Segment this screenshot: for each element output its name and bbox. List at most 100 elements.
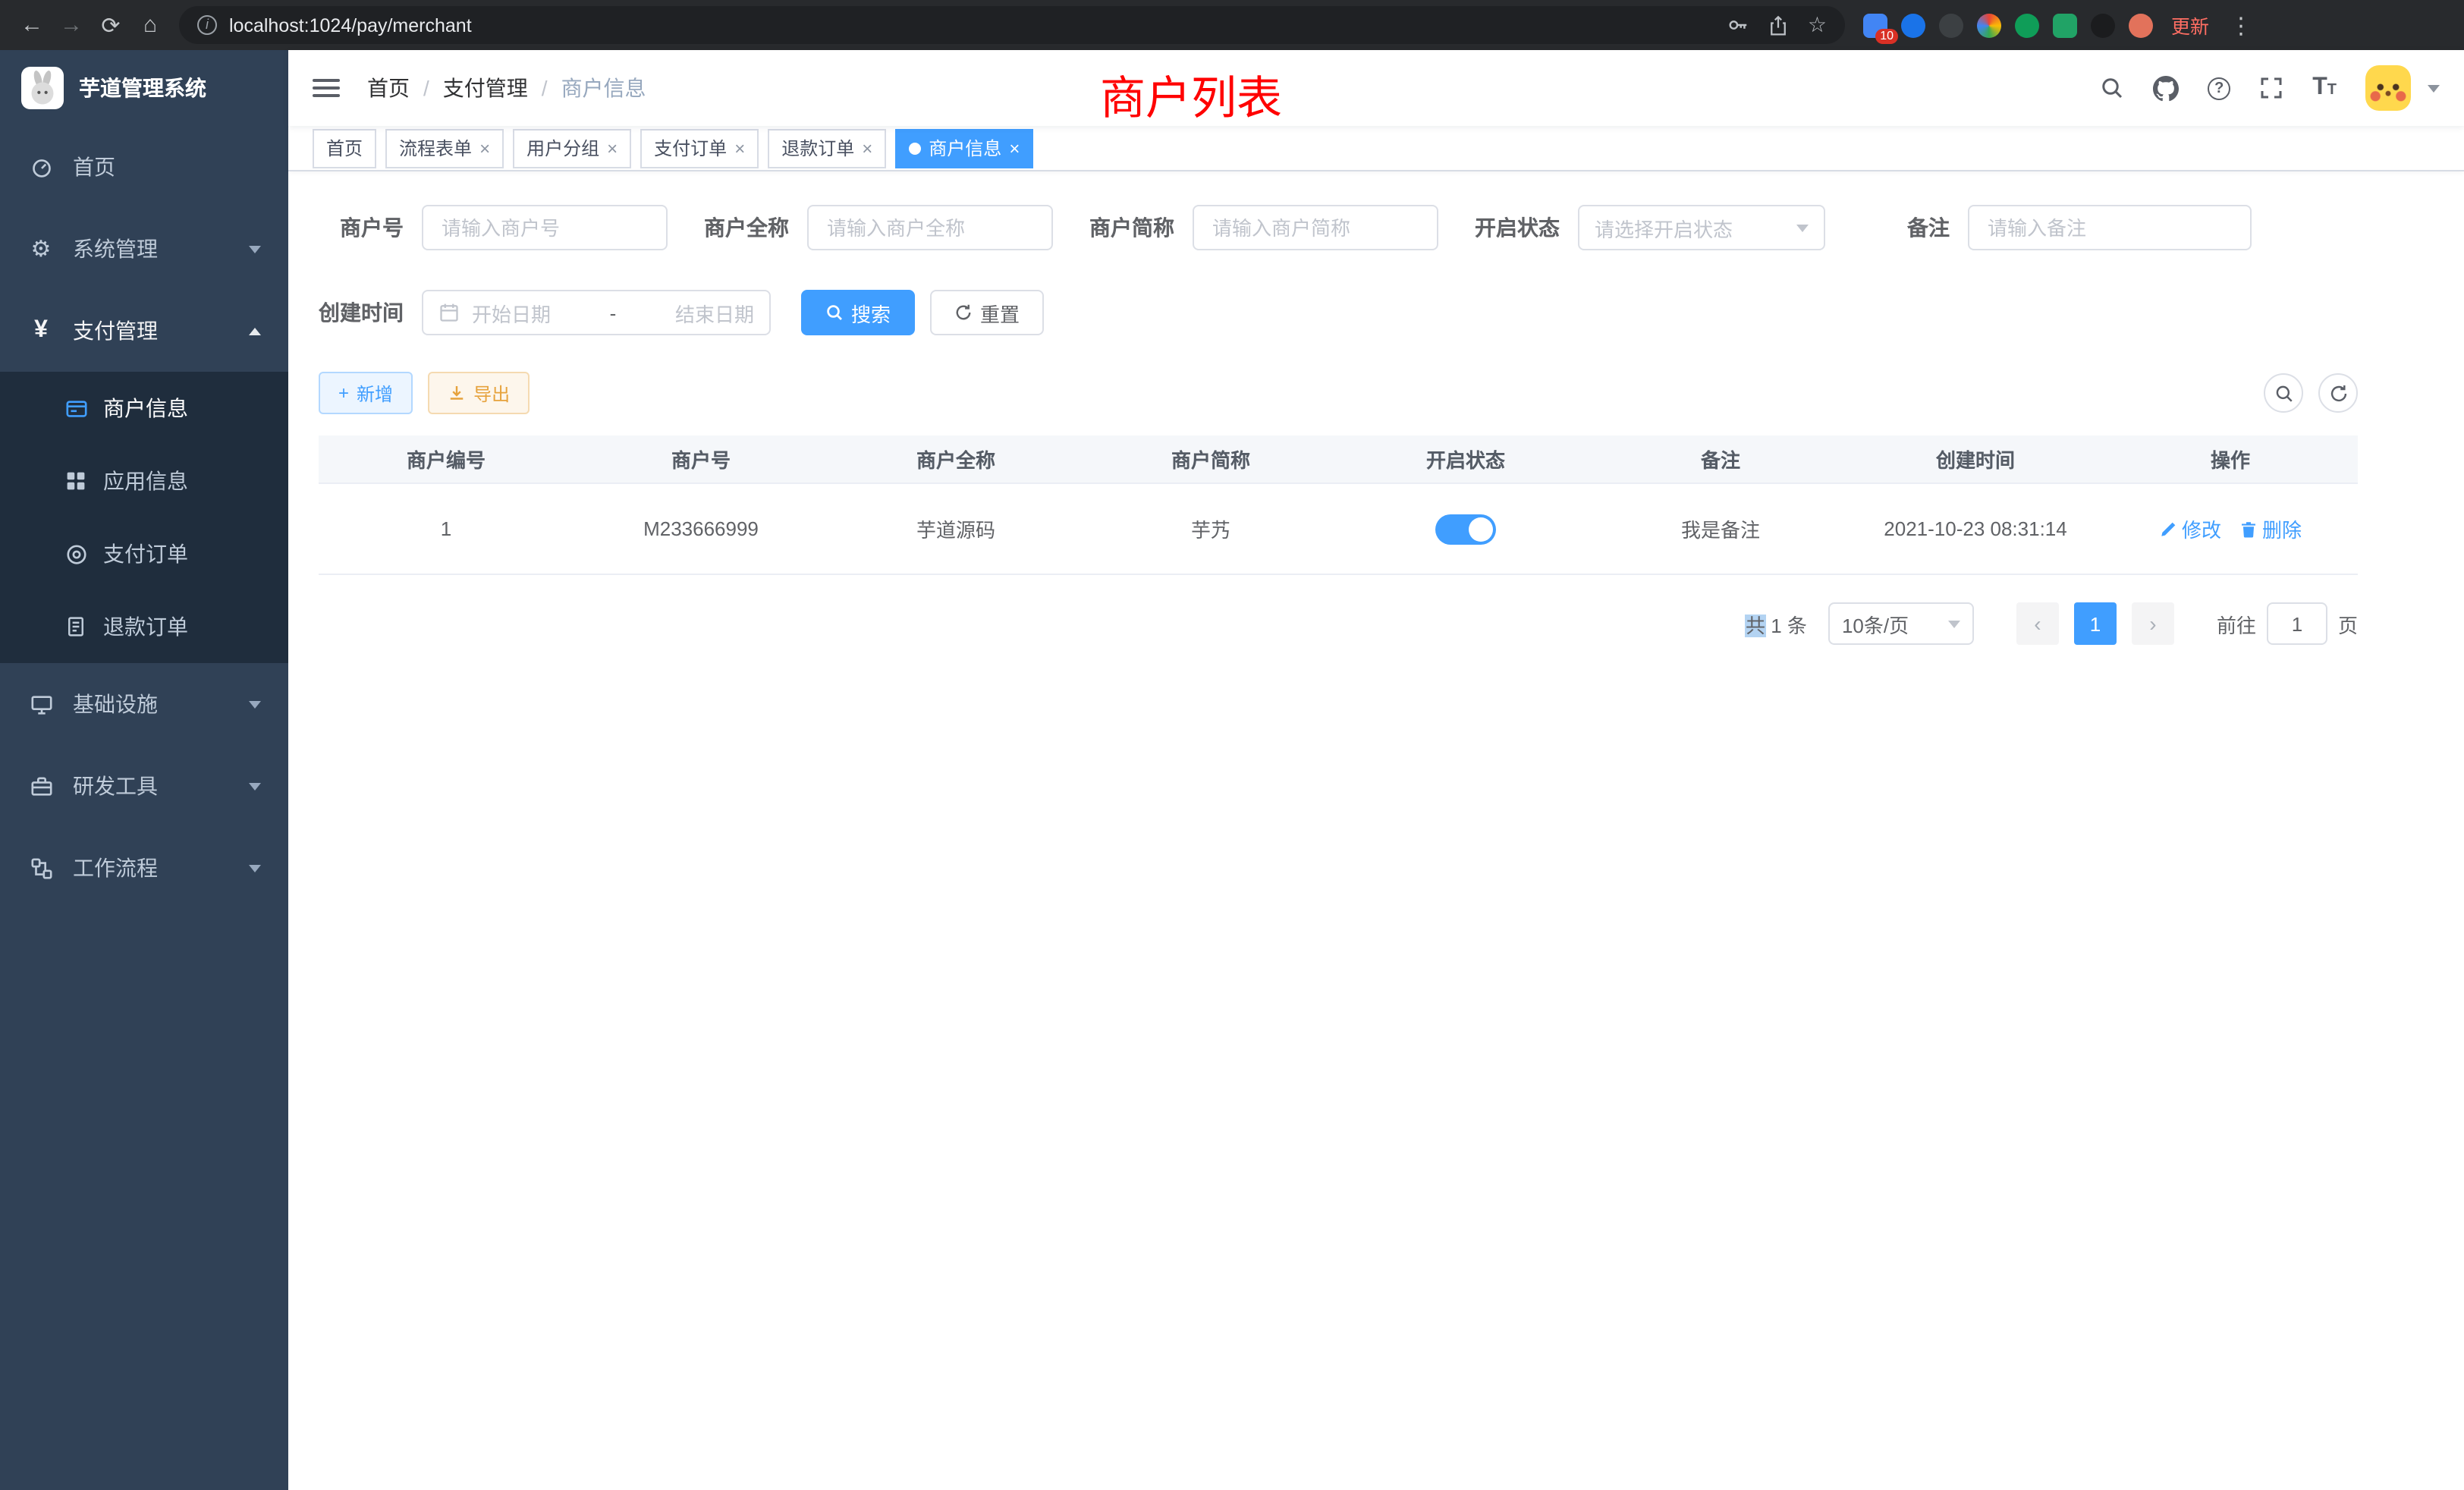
plus-icon: +	[338, 382, 349, 404]
browser-menu-icon[interactable]: ⋮	[2221, 11, 2261, 39]
user-avatar[interactable]	[2365, 65, 2411, 111]
address-bar[interactable]: i localhost:1024/pay/merchant ☆	[179, 6, 1845, 44]
url-text: localhost:1024/pay/merchant	[229, 14, 472, 36]
sidebar-item-pay-order[interactable]: 支付订单	[0, 517, 288, 590]
tab-pay-order[interactable]: 支付订单 ×	[640, 128, 759, 168]
site-info-icon[interactable]: i	[197, 15, 217, 35]
tab-close-icon[interactable]: ×	[1009, 137, 1020, 159]
sidebar-item-home[interactable]: 首页	[0, 126, 288, 208]
edit-link[interactable]: 修改	[2159, 514, 2221, 543]
short-name-label: 商户简称	[1089, 212, 1174, 243]
sidebar-item-label: 工作流程	[73, 853, 158, 883]
merchant-no-label: 商户号	[319, 212, 404, 243]
browser-update-button[interactable]: 更新	[2171, 11, 2209, 39]
tab-process-form[interactable]: 流程表单 ×	[385, 128, 504, 168]
export-button[interactable]: 导出	[428, 372, 530, 414]
sidebar-item-merchant-info[interactable]: 商户信息	[0, 372, 288, 445]
remark-label: 备注	[1907, 212, 1950, 243]
bookmark-star-icon[interactable]: ☆	[1808, 12, 1827, 38]
prev-page-button[interactable]: ‹	[2016, 602, 2059, 645]
goto-label: 前往	[2217, 609, 2256, 638]
tab-close-icon[interactable]: ×	[734, 137, 745, 159]
gear-icon: ⚙	[27, 235, 55, 262]
tab-refund-order[interactable]: 退款订单 ×	[768, 128, 886, 168]
delete-link[interactable]: 删除	[2239, 514, 2302, 543]
add-button[interactable]: + 新增	[319, 372, 413, 414]
github-icon[interactable]	[2153, 75, 2179, 101]
extension-icon[interactable]	[1977, 13, 2001, 37]
tab-user-group[interactable]: 用户分组 ×	[513, 128, 631, 168]
chevron-down-icon	[1796, 224, 1809, 231]
app-logo[interactable]: 芋道管理系统	[0, 50, 288, 126]
merchant-table: 商户编号 商户号 商户全称 商户简称 开启状态 备注 创建时间 操作 1 M23…	[319, 435, 2358, 575]
share-icon[interactable]	[1768, 14, 1790, 36]
tab-merchant-info[interactable]: 商户信息 ×	[895, 128, 1033, 168]
merchant-no-input[interactable]	[422, 205, 668, 250]
short-name-input[interactable]	[1193, 205, 1438, 250]
card-icon	[64, 397, 88, 420]
reload-icon[interactable]: ⟳	[91, 11, 130, 39]
sidebar-item-app-info[interactable]: 应用信息	[0, 445, 288, 517]
sidebar-item-payment[interactable]: ¥ 支付管理	[0, 290, 288, 372]
sidebar-item-workflow[interactable]: 工作流程	[0, 827, 288, 909]
goto-page-input[interactable]	[2267, 602, 2327, 645]
search-button[interactable]: 搜索	[801, 290, 915, 335]
tab-close-icon[interactable]: ×	[607, 137, 618, 159]
refresh-button[interactable]	[2318, 373, 2358, 413]
annotation-merchant-list: 商户列表	[1100, 61, 1282, 127]
status-select[interactable]: 请选择开启状态	[1578, 205, 1825, 250]
sidebar-item-label: 商户信息	[103, 393, 188, 423]
sidebar-item-system[interactable]: ⚙ 系统管理	[0, 208, 288, 290]
next-page-button[interactable]: ›	[2132, 602, 2174, 645]
fullscreen-icon[interactable]	[2259, 76, 2283, 100]
workflow-icon	[27, 857, 55, 879]
tab-close-icon[interactable]: ×	[862, 137, 872, 159]
sidebar-item-infrastructure[interactable]: 基础设施	[0, 663, 288, 745]
cell-id: 1	[319, 484, 574, 574]
extension-icon[interactable]	[1939, 13, 1963, 37]
refresh-icon	[2328, 383, 2348, 403]
extension-badge: 10	[1875, 28, 1898, 43]
date-range-picker[interactable]: 开始日期 - 结束日期	[422, 290, 771, 335]
full-name-input[interactable]	[807, 205, 1053, 250]
forward-icon[interactable]: →	[52, 12, 91, 38]
chevron-down-icon	[249, 864, 261, 872]
extension-icon[interactable]	[2015, 13, 2039, 37]
refresh-icon	[954, 303, 973, 322]
avatar-caret-icon[interactable]	[2428, 84, 2440, 92]
remark-input[interactable]	[1968, 205, 2252, 250]
tab-home[interactable]: 首页	[313, 128, 376, 168]
hamburger-icon[interactable]	[313, 79, 340, 97]
home-icon[interactable]: ⌂	[130, 12, 170, 38]
breadcrumb-home[interactable]: 首页	[367, 73, 410, 103]
page-content: 商户号 商户全称 商户简称 开启状态 请选择开启状态	[288, 171, 2464, 1490]
profile-avatar-icon[interactable]	[2129, 13, 2153, 37]
tab-close-icon[interactable]: ×	[479, 137, 490, 159]
page-number-button[interactable]: 1	[2074, 602, 2117, 645]
search-icon[interactable]	[2100, 76, 2124, 100]
search-icon	[825, 303, 844, 322]
extension-icon[interactable]	[1901, 13, 1925, 37]
reset-button[interactable]: 重置	[930, 290, 1044, 335]
cell-merchant-no: M233666999	[574, 484, 828, 574]
font-size-icon[interactable]: TT	[2312, 74, 2337, 102]
grid-icon	[64, 470, 88, 492]
page-size-select[interactable]: 10条/页	[1828, 602, 1974, 645]
extension-icon[interactable]	[2091, 13, 2115, 37]
show-search-button[interactable]	[2264, 373, 2303, 413]
extension-icon[interactable]	[2053, 13, 2077, 37]
download-icon	[448, 384, 466, 402]
breadcrumb-payment[interactable]: 支付管理	[443, 73, 528, 103]
back-icon[interactable]: ←	[12, 12, 52, 38]
breadcrumb: 首页 / 支付管理 / 商户信息	[367, 73, 646, 103]
column-header: 操作	[2103, 435, 2358, 483]
sidebar-item-refund-order[interactable]: 退款订单	[0, 590, 288, 663]
sidebar-item-devtools[interactable]: 研发工具	[0, 745, 288, 827]
help-icon[interactable]: ?	[2208, 77, 2230, 99]
extension-icon[interactable]: 10	[1863, 13, 1887, 37]
status-toggle[interactable]	[1435, 514, 1496, 544]
target-icon	[64, 542, 88, 565]
sidebar-item-label: 基础设施	[73, 689, 158, 719]
key-icon[interactable]	[1727, 14, 1750, 36]
cell-remark: 我是备注	[1593, 484, 1848, 574]
